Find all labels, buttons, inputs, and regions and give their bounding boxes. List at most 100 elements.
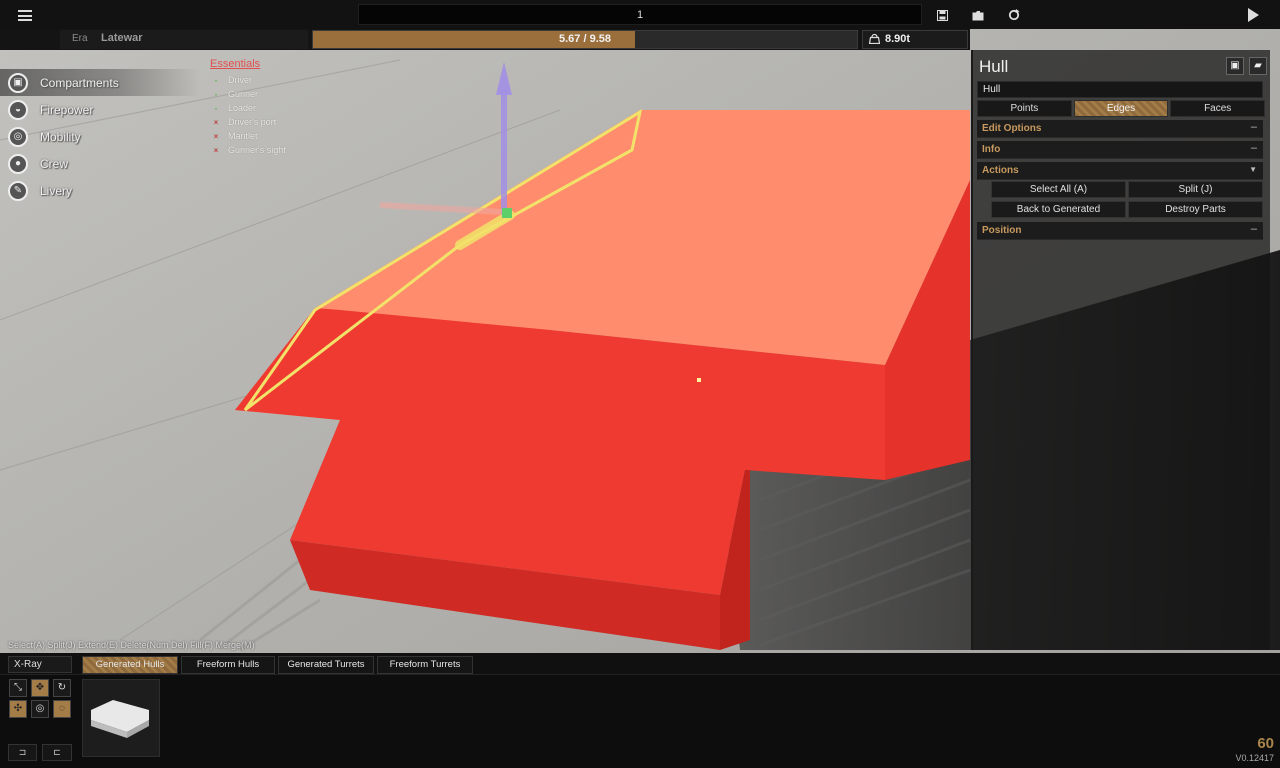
refresh-icon [1008, 9, 1020, 21]
section-info[interactable]: Info – [977, 141, 1263, 159]
cannon-icon: ◒ [8, 99, 28, 120]
era-selector[interactable] [60, 30, 308, 49]
category-label: Compartments [40, 75, 119, 90]
back-to-generated-button[interactable]: Back to Generated [991, 201, 1126, 218]
redo-button[interactable]: ⊏ [42, 744, 72, 761]
section-label: Edit Options [982, 123, 1042, 134]
hull-thumbnail[interactable] [82, 679, 160, 757]
tab-faces[interactable]: Faces [1170, 100, 1266, 117]
category-firepower[interactable]: ◒ Firepower [0, 96, 200, 123]
weight-text: 5.67 / 9.58 [559, 33, 611, 45]
era-label: Era [72, 33, 88, 44]
essentials-title: Essentials [210, 58, 261, 70]
category-crew[interactable]: ● Crew [0, 150, 200, 177]
pivot-button[interactable]: ◎ [31, 700, 49, 718]
essential-label: Driver [228, 75, 252, 85]
essential-item: - Gunner [210, 87, 320, 101]
play-icon [1247, 8, 1259, 22]
cross-mark-icon: × [213, 117, 219, 127]
properties-panel: Hull ▣ ▰ Hull Points Edges Faces Edit Op… [971, 50, 1270, 650]
category-label: Firepower [40, 102, 94, 117]
local-space-button[interactable]: ✣ [9, 700, 27, 718]
person-icon: ● [8, 153, 28, 174]
tab-points[interactable]: Points [977, 100, 1072, 117]
reset-button[interactable] [1004, 5, 1024, 25]
expand-icon: ▼ [1249, 165, 1257, 174]
wheel-icon: ◎ [8, 126, 28, 147]
essential-item: × Driver's port [210, 115, 320, 129]
xray-toggle[interactable]: X-Ray [8, 656, 72, 673]
brush-icon: ✎ [8, 180, 28, 201]
bottom-bar: X-Ray Generated Hulls Freeform Hulls Gen… [0, 653, 1280, 768]
cross-mark-icon: × [213, 131, 219, 141]
essential-label: Driver's port [228, 117, 277, 127]
tool-grid: ⤡ ✥ ↻ ✣ ◎ ◌ [8, 678, 72, 722]
category-label: Crew [40, 156, 69, 171]
shortcut-hint: Select(A) Split(J) Extend(E) Delete(Num … [8, 640, 255, 650]
folder-icon [972, 10, 984, 20]
check-mark-icon: - [214, 75, 218, 85]
destroy-parts-button[interactable]: Destroy Parts [1128, 201, 1263, 218]
project-field[interactable]: 1 [358, 4, 922, 25]
category-label: Mobility [40, 129, 81, 144]
load-button[interactable] [968, 5, 988, 25]
pivot-dot [697, 378, 701, 382]
part-library-tabs: X-Ray Generated Hulls Freeform Hulls Gen… [0, 653, 1280, 675]
tab-generated-hulls[interactable]: Generated Hulls [82, 656, 178, 674]
move-tool-button[interactable]: ✥ [31, 679, 49, 697]
category-label: Livery [40, 183, 73, 198]
hull-preview-icon [91, 700, 149, 738]
play-button[interactable] [1242, 4, 1264, 26]
category-compartments[interactable]: ▣ Compartments [0, 69, 200, 96]
panel-header: Hull ▣ ▰ [973, 53, 1272, 80]
collapse-icon: – [1250, 142, 1257, 154]
collapse-icon: – [1250, 223, 1257, 235]
axes-icon: ✣ [13, 703, 23, 714]
rotate-tool-button[interactable]: ↻ [53, 679, 71, 697]
era-value[interactable]: Latewar [101, 32, 143, 44]
tab-edges[interactable]: Edges [1073, 100, 1169, 117]
section-actions[interactable]: Actions ▼ [977, 162, 1263, 180]
scale-icon: ⤡ [14, 682, 22, 693]
target-icon: ◎ [35, 703, 45, 714]
essential-label: Gunner's sight [228, 145, 286, 155]
rotate-icon: ↻ [57, 682, 67, 693]
menu-button[interactable] [12, 4, 38, 26]
category-mobility[interactable]: ◎ Mobility [0, 123, 200, 150]
category-livery[interactable]: ✎ Livery [0, 177, 200, 204]
essential-label: Gunner [228, 89, 259, 99]
cube-icon: ▣ [8, 72, 28, 93]
check-mark-icon: - [214, 89, 218, 99]
essentials-list: Essentials - Driver - Gunner - Loader × … [210, 58, 320, 157]
section-position[interactable]: Position – [977, 222, 1263, 240]
snap-button[interactable]: ◌ [53, 700, 71, 718]
scale-tool-button[interactable]: ⤡ [9, 679, 27, 697]
panel-save-button[interactable]: ▣ [1226, 57, 1244, 75]
essential-label: Loader [228, 103, 257, 113]
essential-item: - Loader [210, 101, 320, 115]
version-label: V0.12417 [1235, 753, 1274, 763]
collapse-icon: – [1250, 121, 1257, 133]
weight-icon [869, 33, 880, 44]
hamburger-icon [18, 9, 32, 21]
undo-button[interactable]: ⊐ [8, 744, 37, 761]
essential-item: × Gunner's sight [210, 143, 320, 157]
section-label: Info [982, 144, 1001, 155]
essential-item: - Driver [210, 73, 320, 87]
save-button[interactable] [932, 5, 952, 25]
section-edit-options[interactable]: Edit Options – [977, 120, 1263, 138]
tab-freeform-turrets[interactable]: Freeform Turrets [377, 656, 473, 674]
tab-generated-turrets[interactable]: Generated Turrets [278, 656, 374, 674]
essential-label: Mantlet [228, 131, 258, 141]
panel-load-button[interactable]: ▰ [1249, 57, 1267, 75]
category-menu: ▣ Compartments ◒ Firepower ◎ Mobility ● … [0, 69, 200, 204]
fps-counter: 60 [1257, 735, 1274, 752]
floppy-icon: ▣ [1230, 60, 1240, 71]
select-all-button[interactable]: Select All (A) [991, 181, 1126, 198]
status-bar: Era Latewar 5.67 / 9.58 8.90t [0, 29, 970, 50]
edit-mode-tabs: Points Edges Faces [977, 100, 1266, 117]
part-name-field[interactable]: Hull [977, 81, 1263, 98]
tab-freeform-hulls[interactable]: Freeform Hulls [181, 656, 275, 674]
floppy-icon [936, 9, 948, 21]
split-button[interactable]: Split (J) [1128, 181, 1263, 198]
